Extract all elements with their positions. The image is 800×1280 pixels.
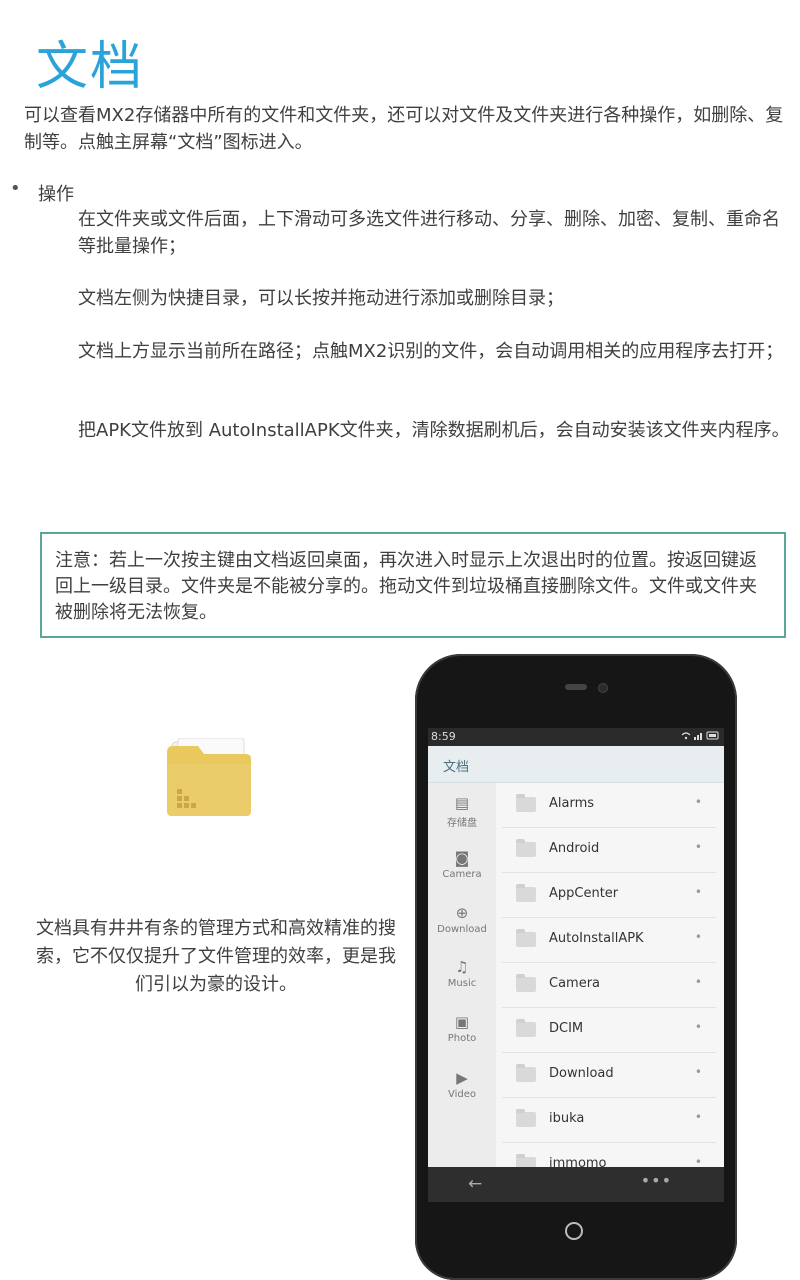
file-row-appcenter[interactable]: AppCenter • xyxy=(502,873,716,918)
download-icon: ⊕ xyxy=(455,904,469,922)
row-menu-dot[interactable]: • xyxy=(695,930,702,944)
folder-icon xyxy=(516,974,536,992)
file-list: Alarms • Android • AppCenter • AutoInsta… xyxy=(502,783,716,1188)
sidebar-item-storage[interactable]: ▤ 存储盘 xyxy=(428,795,496,829)
front-camera xyxy=(598,683,608,693)
more-options-icon[interactable]: ••• xyxy=(641,1171,672,1190)
file-row-download[interactable]: Download • xyxy=(502,1053,716,1098)
row-menu-dot[interactable]: • xyxy=(695,795,702,809)
video-icon: ▶ xyxy=(456,1069,468,1087)
sidebar-item-photo[interactable]: ▣ Photo xyxy=(428,1014,496,1044)
folder-icon xyxy=(516,1064,536,1082)
status-time: 8:59 xyxy=(431,730,456,743)
back-arrow-icon[interactable]: ← xyxy=(468,1174,482,1194)
file-row-camera[interactable]: Camera • xyxy=(502,963,716,1008)
row-menu-dot[interactable]: • xyxy=(695,975,702,989)
caption-text: 文档具有井井有条的管理方式和高效精准的搜索，它不仅仅提升了文件管理的效率，更是我… xyxy=(36,918,396,995)
sidebar-item-download[interactable]: ⊕ Download xyxy=(428,905,496,935)
folder-icon xyxy=(167,738,251,816)
home-button[interactable] xyxy=(565,1222,583,1240)
row-menu-dot[interactable]: • xyxy=(695,1020,702,1034)
file-row-autoinstallapk[interactable]: AutoInstallAPK • xyxy=(502,918,716,963)
app-title: 文档 xyxy=(443,760,470,775)
folder-icon xyxy=(516,929,536,947)
photo-icon: ▣ xyxy=(454,1013,470,1031)
file-row-ibuka[interactable]: ibuka • xyxy=(502,1098,716,1143)
operation-paragraph: 文档上方显示当前所在路径；点触MX2识别的文件，会自动调用相关的应用程序去打开； xyxy=(78,341,784,362)
operation-paragraph: 文档左侧为快捷目录，可以长按并拖动进行添加或删除目录； xyxy=(78,288,564,309)
sidebar-item-video[interactable]: ▶ Video xyxy=(428,1070,496,1100)
file-row-dcim[interactable]: DCIM • xyxy=(502,1008,716,1053)
speaker-grille xyxy=(565,684,587,690)
operation-paragraph: 在文件夹或文件后面，上下滑动可多选文件进行移动、分享、删除、加密、复制、重命名等… xyxy=(78,209,780,257)
section-heading: 操作 xyxy=(38,184,74,205)
operation-paragraph: 把APK文件放到 AutoInstallAPK文件夹，清除数据刷机后，会自动安装… xyxy=(78,420,790,441)
row-menu-dot[interactable]: • xyxy=(695,840,702,854)
sd-card-icon: ▤ xyxy=(454,794,470,812)
camera-icon: ◙ xyxy=(454,849,470,867)
bottom-nav-bar: ← ••• xyxy=(428,1167,724,1202)
folder-icon xyxy=(516,794,536,812)
app-bar: 文档 xyxy=(428,746,724,783)
bullet-icon: • xyxy=(10,178,21,199)
page-title: 文档 xyxy=(36,37,145,97)
folder-icon xyxy=(516,839,536,857)
row-menu-dot[interactable]: • xyxy=(695,1065,702,1079)
folder-icon xyxy=(516,1019,536,1037)
file-row-android[interactable]: Android • xyxy=(502,828,716,873)
status-icons xyxy=(680,729,720,744)
quick-directory-sidebar: ▤ 存储盘 ◙ Camera ⊕ Download ♫ Music ▣ Phot… xyxy=(428,783,496,1167)
sidebar-item-camera[interactable]: ◙ Camera xyxy=(428,850,496,880)
music-note-icon: ♫ xyxy=(455,958,469,976)
row-menu-dot[interactable]: • xyxy=(695,885,702,899)
signal-battery-icon xyxy=(681,731,719,740)
sidebar-item-music[interactable]: ♫ Music xyxy=(428,959,496,989)
row-menu-dot[interactable]: • xyxy=(695,1110,702,1124)
folder-icon xyxy=(516,884,536,902)
status-bar: 8:59 xyxy=(428,728,724,746)
folder-icon xyxy=(516,1109,536,1127)
phone-mockup: 8:59 文档 ▤ 存储盘 ◙ Camera ⊕ Download ♫ Musi… xyxy=(415,654,737,1280)
notice-box: 注意：若上一次按主键由文档返回桌面，再次进入时显示上次退出时的位置。按返回键返回… xyxy=(40,532,786,638)
intro-text: 可以查看MX2存储器中所有的文件和文件夹，还可以对文件及文件夹进行各种操作，如删… xyxy=(24,105,784,153)
phone-screen: 8:59 文档 ▤ 存储盘 ◙ Camera ⊕ Download ♫ Musi… xyxy=(428,728,724,1202)
file-row-alarms[interactable]: Alarms • xyxy=(502,783,716,828)
